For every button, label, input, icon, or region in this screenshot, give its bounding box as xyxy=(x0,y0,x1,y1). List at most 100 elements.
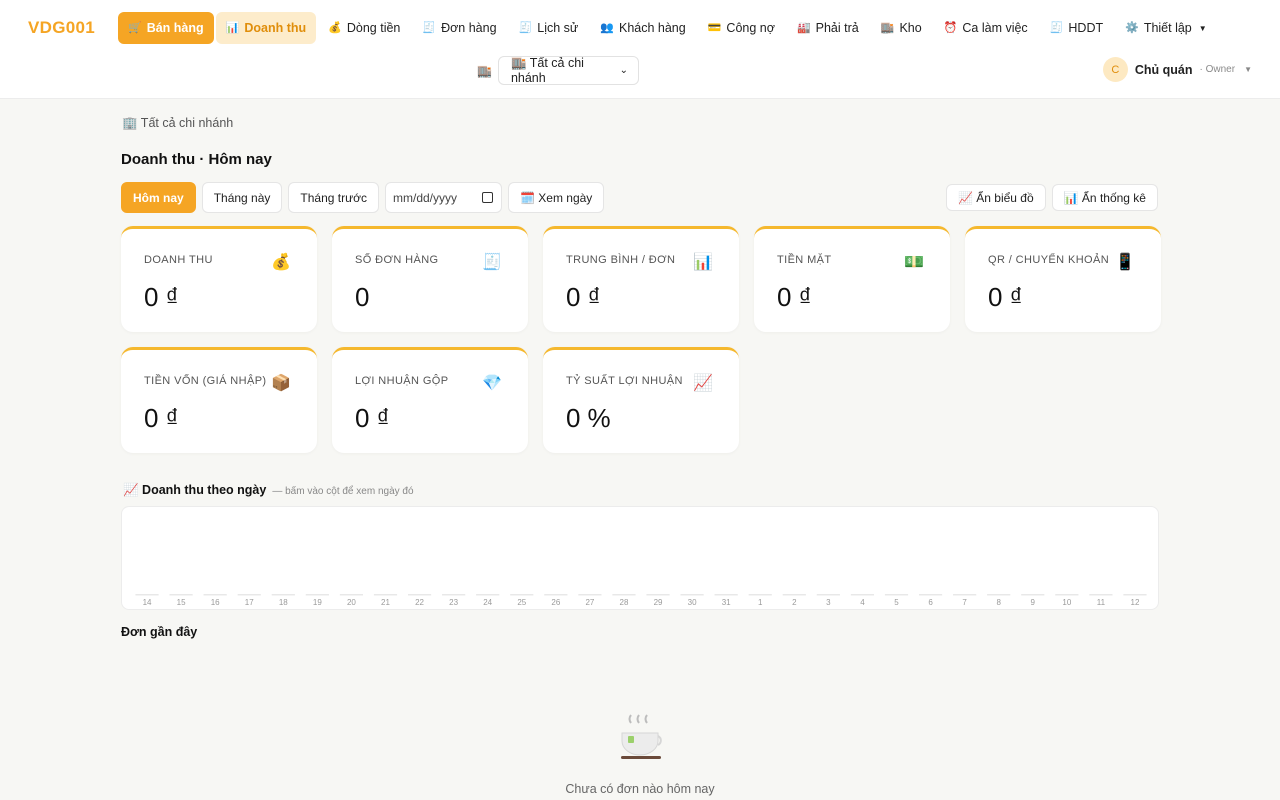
bar-baseline xyxy=(850,594,875,596)
nav-phai-tra[interactable]: 🏭 Phải trả xyxy=(787,12,869,44)
branch-select[interactable]: 🏬 Tất cả chi nhánh ⌄ xyxy=(497,56,639,85)
stat-value: 0 ₫ xyxy=(144,282,179,312)
nav-label: Khách hàng xyxy=(618,21,686,35)
x-tick-label: 19 xyxy=(313,598,322,607)
stat-value: 0 ₫ xyxy=(988,282,1023,312)
bar-chart-icon: 📊 xyxy=(693,254,713,271)
bar-baseline xyxy=(646,594,670,596)
nav-kho[interactable]: 🏬 Kho xyxy=(871,12,932,44)
caret-down-icon: ▼ xyxy=(1244,65,1252,74)
x-tick-label: 1 xyxy=(758,598,763,607)
bar-baseline xyxy=(305,594,329,596)
bar-baseline xyxy=(918,594,943,596)
stat-value: 0 ₫ xyxy=(777,282,812,312)
bar-baseline xyxy=(987,594,1011,596)
x-tick-label: 24 xyxy=(483,598,492,607)
chart-hint: — bấm vào cột để xem ngày đó xyxy=(272,486,414,497)
x-tick-label: 23 xyxy=(449,598,458,607)
x-tick-label: 30 xyxy=(688,598,697,607)
users-icon: 👥 xyxy=(600,21,614,34)
x-tick-label: 25 xyxy=(517,598,526,607)
user-menu[interactable]: C Chủ quán · Owner ▼ xyxy=(1102,57,1252,82)
stat-label: Tiền mặt xyxy=(777,254,832,266)
last-month-button[interactable]: Tháng trước xyxy=(288,182,379,213)
bar-baseline xyxy=(135,594,159,596)
nav-don-hang[interactable]: 🧾 Đơn hàng xyxy=(412,12,506,44)
stat-value: 0 ₫ xyxy=(566,282,601,312)
x-tick-label: 6 xyxy=(928,598,933,607)
hide-chart-button[interactable]: 📈 Ẩn biểu đồ xyxy=(946,184,1046,211)
empty-state-text: Chưa có đơn nào hôm nay xyxy=(565,782,715,796)
today-button[interactable]: Hôm nay xyxy=(121,182,196,213)
recent-orders-title: Đơn gần đây xyxy=(121,625,198,639)
bar-baseline xyxy=(612,594,636,596)
gem-icon: 💎 xyxy=(482,375,502,392)
this-month-button[interactable]: Tháng này xyxy=(201,182,283,213)
period-filters: Hôm nay Tháng này Tháng trước mm/dd/yyyy… xyxy=(121,182,605,213)
x-tick-label: 10 xyxy=(1062,598,1071,607)
bar-baseline xyxy=(1123,594,1147,596)
nav-ban-hang[interactable]: 🛒 Bán hàng xyxy=(118,12,214,44)
nav-thiet-lap[interactable]: ⚙️ Thiết lập ▼ xyxy=(1115,12,1217,44)
bar-baseline xyxy=(237,594,261,596)
receipt-icon: 🧾 xyxy=(518,21,533,34)
x-tick-label: 29 xyxy=(654,598,663,607)
trend-up-icon: 📈 xyxy=(693,375,713,392)
stat-card-gross-profit: Lợi nhuận gộp 💎 0 ₫ xyxy=(332,347,528,453)
avatar: C xyxy=(1102,57,1128,82)
cart-icon: 🛒 xyxy=(128,21,142,34)
nav-label: Bán hàng xyxy=(146,21,204,35)
x-tick-label: 22 xyxy=(415,598,424,607)
factory-icon: 🏭 xyxy=(796,21,811,34)
nav-label: Phải trả xyxy=(815,21,859,35)
stat-label: Doanh thu xyxy=(144,254,213,266)
stat-label: Lợi nhuận gộp xyxy=(355,375,449,387)
bar-baseline xyxy=(373,594,398,596)
hide-stats-button[interactable]: 📊 Ẩn thống kê xyxy=(1051,184,1158,211)
money-bag-icon: 💰 xyxy=(328,21,342,34)
x-tick-label: 7 xyxy=(962,598,967,607)
user-role: · Owner xyxy=(1199,64,1236,75)
bar-baseline xyxy=(442,594,466,596)
nav-dong-tien[interactable]: 💰 Dòng tiền xyxy=(318,12,410,44)
x-tick-label: 14 xyxy=(143,598,152,607)
nav-label: Dòng tiền xyxy=(346,21,401,35)
app-logo[interactable]: VDG001 xyxy=(28,18,95,38)
date-placeholder: mm/dd/yyyy xyxy=(393,190,458,205)
money-bag-icon: 💰 xyxy=(271,254,291,271)
stat-label: QR / Chuyển khoản xyxy=(988,254,1110,266)
alarm-clock-icon: ⏰ xyxy=(943,21,958,34)
nav-doanh-thu[interactable]: 📊 Doanh thu xyxy=(215,12,317,44)
x-tick-label: 4 xyxy=(860,598,865,607)
nav-hddt[interactable]: 🧾 HDDT xyxy=(1040,12,1113,44)
bar-chart-icon: 📊 xyxy=(225,21,240,34)
stat-card-revenue: Doanh thu 💰 0 ₫ xyxy=(121,226,317,332)
nav-label: HDDT xyxy=(1068,21,1104,35)
receipt-icon: 🧾 xyxy=(1049,21,1064,34)
stat-card-avg-per-order: Trung bình / đơn 📊 0 ₫ xyxy=(543,226,739,332)
bar-baseline xyxy=(782,594,806,596)
x-tick-label: 11 xyxy=(1097,598,1106,607)
x-tick-label: 21 xyxy=(381,598,390,607)
nav-label: Thiết lập xyxy=(1143,21,1192,35)
stat-label: Tiền vốn (giá nhập) xyxy=(144,375,267,387)
nav-khach-hang[interactable]: 👥 Khách hàng xyxy=(590,12,695,44)
x-tick-label: 15 xyxy=(177,598,186,607)
date-input[interactable]: mm/dd/yyyy xyxy=(385,182,502,213)
view-day-button[interactable]: 🗓️ Xem ngày xyxy=(508,182,605,213)
nav-label: Doanh thu xyxy=(244,21,307,35)
nav-lich-su[interactable]: 🧾 Lịch sử xyxy=(509,12,589,44)
bar-baseline xyxy=(476,594,500,596)
branch-selected-value: 🏬 Tất cả chi nhánh xyxy=(510,56,584,85)
stat-card-cost: Tiền vốn (giá nhập) 📦 0 ₫ xyxy=(121,347,317,453)
nav-ca-lam-viec[interactable]: ⏰ Ca làm việc xyxy=(934,12,1038,44)
chevron-down-icon: ⌄ xyxy=(619,65,628,76)
calendar-icon[interactable] xyxy=(482,192,493,203)
bar-baseline xyxy=(1055,594,1079,596)
nav-cong-no[interactable]: 💳 Công nợ xyxy=(698,12,785,44)
user-name: Chủ quán xyxy=(1134,62,1193,77)
bar-baseline xyxy=(271,594,295,596)
package-icon: 📦 xyxy=(271,375,291,392)
bar-baseline xyxy=(953,594,977,596)
bar-baseline xyxy=(578,594,602,596)
